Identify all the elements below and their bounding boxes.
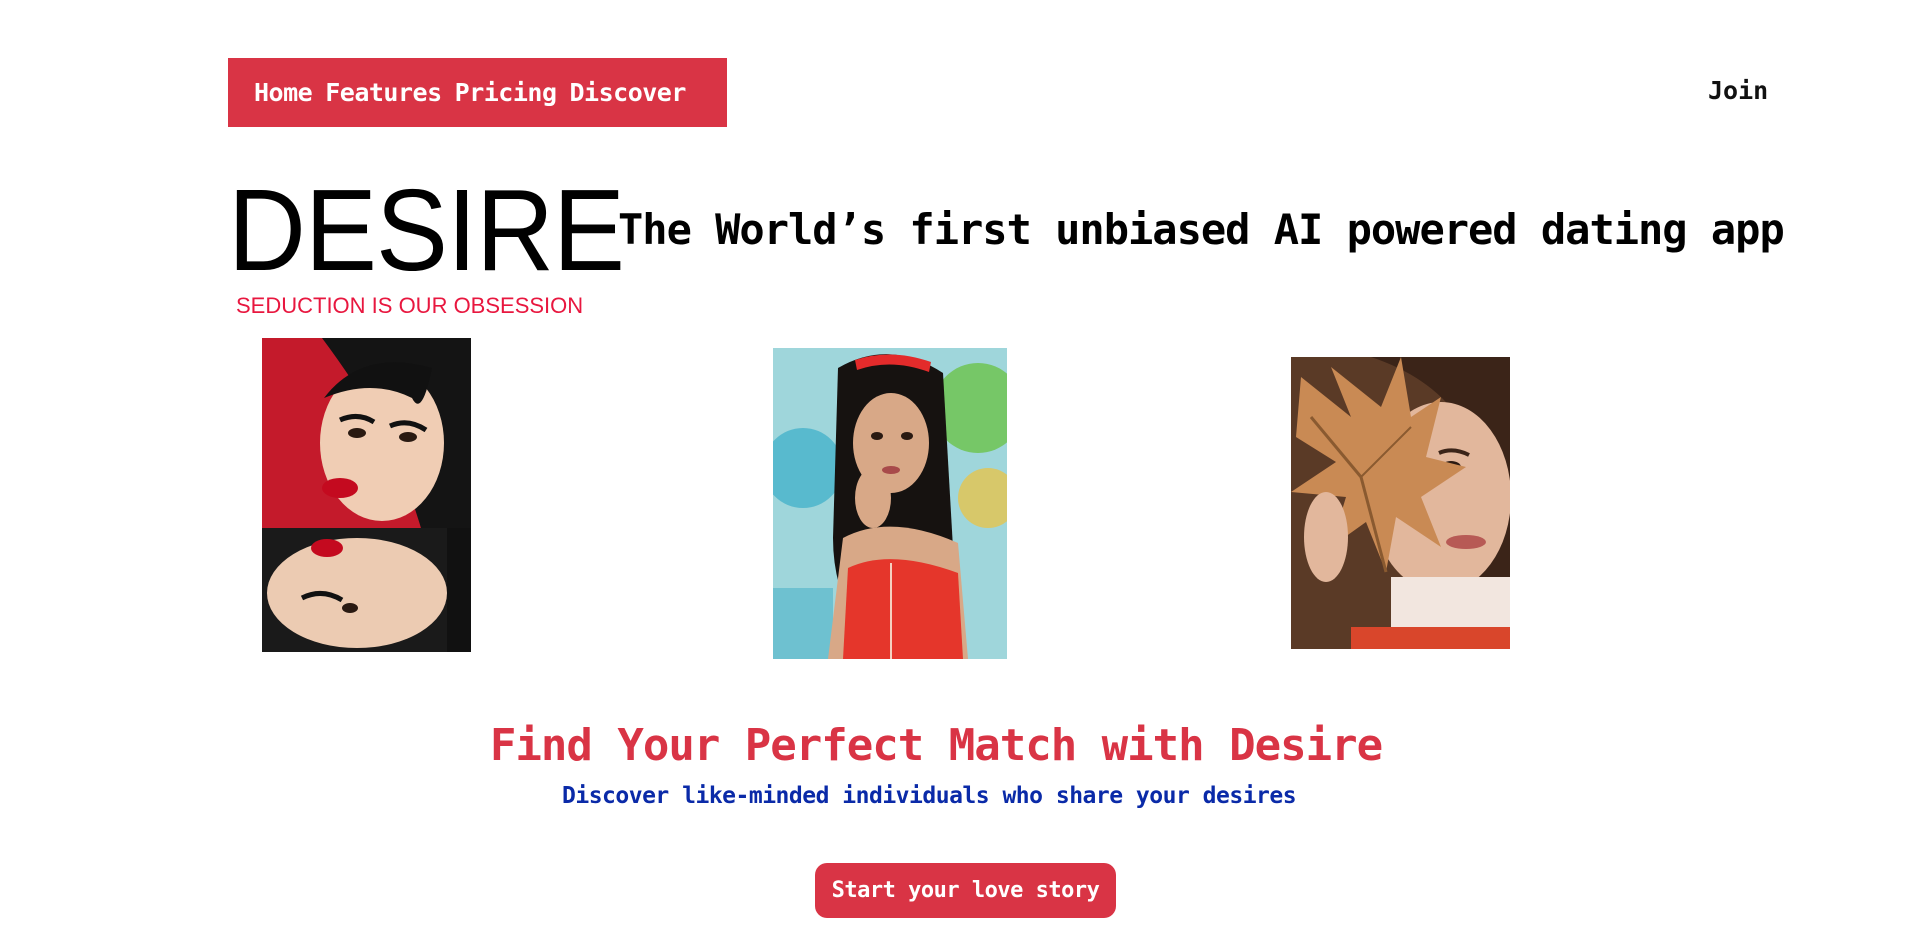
main-nav: Home Features Pricing Discover xyxy=(228,58,727,127)
photo-woman-red-top-art xyxy=(773,348,1007,659)
brand-tagline: SEDUCTION IS OUR OBSESSION xyxy=(236,293,584,318)
photo-woman-autumn-leaf-art xyxy=(1291,357,1510,649)
nav-pricing-link[interactable]: Pricing xyxy=(455,78,557,107)
photo-two-women-art xyxy=(262,338,471,652)
nav-features-link[interactable]: Features xyxy=(325,78,442,107)
headline: The World’s first unbiased AI powered da… xyxy=(618,205,1785,254)
photo-woman-red-top xyxy=(773,348,1007,659)
nav-home-link[interactable]: Home xyxy=(254,78,313,107)
photo-two-women-red-lipstick xyxy=(262,338,471,652)
start-love-story-button[interactable]: Start your love story xyxy=(815,863,1116,918)
join-link[interactable]: Join xyxy=(1708,76,1768,105)
hero-title: Find Your Perfect Match with Desire xyxy=(489,720,1383,771)
nav-discover-link[interactable]: Discover xyxy=(570,78,687,107)
brand-logo: DESIRE xyxy=(228,165,625,295)
photo-woman-autumn-leaf xyxy=(1291,357,1510,649)
hero-subtitle: Discover like-minded individuals who sha… xyxy=(562,783,1297,809)
